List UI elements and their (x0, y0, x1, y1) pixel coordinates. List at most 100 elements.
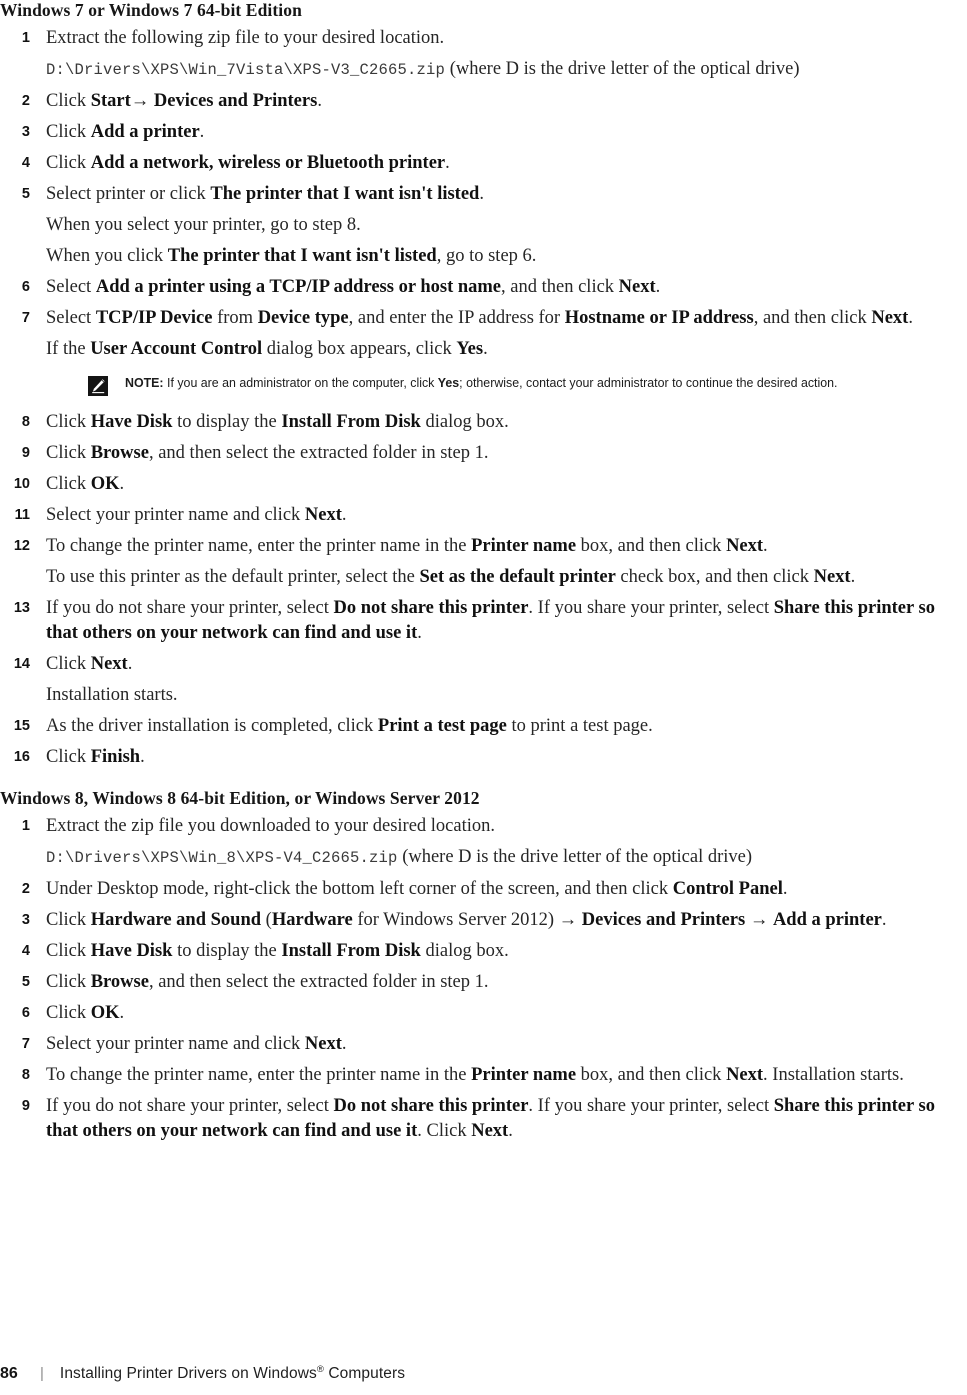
emphasis-term: OK (90, 1003, 120, 1023)
paragraph-text: Select printer or click (46, 184, 211, 204)
paragraph-text: Click (46, 122, 91, 142)
step-number: 2 (21, 881, 30, 897)
step-number: 7 (21, 310, 30, 326)
paragraph-text: If you do not share your printer, select (46, 598, 334, 618)
paragraph-text: . (341, 505, 347, 525)
note-label: NOTE: (125, 375, 164, 390)
code-path: D:\Drivers\XPS\Win_7Vista\XPS-V3_C2665.z… (46, 61, 446, 79)
paragraph-text: Installation starts. (46, 685, 178, 705)
paragraph-text: Under Desktop mode, right-click the bott… (46, 879, 673, 899)
step-item: 14 Click Next. Installation starts. (0, 652, 967, 714)
step-paragraph: Click Have Disk to display the Install F… (46, 939, 967, 964)
paragraph-text: , and then click (753, 308, 872, 328)
step-paragraph: D:\Drivers\XPS\Win_7Vista\XPS-V3_C2665.z… (46, 57, 967, 83)
step-item: 1 Extract the zip file you downloaded to … (0, 814, 967, 877)
arrow-icon: → (130, 91, 150, 111)
step-paragraph: Under Desktop mode, right-click the bott… (46, 877, 967, 902)
step-paragraph: Extract the zip file you downloaded to y… (46, 814, 967, 845)
paragraph-text: . Click (417, 1121, 472, 1141)
step-item: 9 If you do not share your printer, selec… (0, 1094, 967, 1150)
step-number: 5 (21, 974, 30, 990)
paragraph-text: . (763, 536, 768, 556)
step-paragraph: To change the printer name, enter the pr… (46, 534, 967, 565)
step-paragraph: To change the printer name, enter the pr… (46, 1063, 967, 1088)
paragraph-text: . (199, 122, 205, 142)
step-number: 6 (21, 1005, 30, 1021)
step-paragraph: Extract the following zip file to your d… (46, 26, 967, 57)
note-callout: NOTE: If you are an administrator on the… (79, 374, 967, 396)
section-heading: Windows 8, Windows 8 64-bit Edition, or … (0, 788, 480, 808)
step-item: 15 As the driver installation is complete… (0, 714, 967, 745)
step-item: 13 If you do not share your printer, sele… (0, 596, 967, 652)
step-number: 1 (21, 30, 30, 46)
paragraph-text: Click (46, 474, 91, 494)
page-footer: 86 | Installing Printer Drivers on Windo… (0, 1365, 967, 1383)
paragraph-text: , and enter the IP address for (348, 308, 565, 328)
emphasis-term: Printer name (471, 536, 577, 556)
paragraph-text: Click (46, 972, 91, 992)
step-number: 2 (21, 93, 30, 109)
emphasis-term: Hardware (271, 910, 353, 930)
step-paragraph: When you select your printer, go to step… (46, 213, 967, 244)
emphasis-term: Browse (90, 443, 149, 463)
paragraph-text: . (417, 623, 422, 643)
step-number: 14 (13, 656, 30, 672)
paragraph-text: from (212, 308, 258, 328)
step-item: 16 Click Finish. (0, 745, 967, 776)
paragraph-text: Click (46, 941, 91, 961)
paragraph-text: box, and then click (576, 1065, 727, 1085)
step-number: 9 (21, 1098, 30, 1114)
paragraph-text: To change the printer name, enter the pr… (46, 536, 472, 556)
emphasis-term: Control Panel (672, 879, 783, 899)
step-paragraph: Select Add a printer using a TCP/IP addr… (46, 275, 967, 300)
code-path: D:\Drivers\XPS\Win_8\XPS-V4_C2665.zip (46, 849, 398, 867)
step-paragraph: Click OK. (46, 1001, 967, 1026)
paragraph-text: → (745, 910, 773, 930)
emphasis-term: User Account Control (90, 339, 263, 359)
paragraph-text: for Windows Server 2012) → (352, 910, 582, 930)
step-paragraph: If the User Account Control dialog box a… (46, 337, 967, 368)
footer-title-suffix: Computers (323, 1365, 406, 1382)
emphasis-term: Next (304, 1034, 342, 1054)
emphasis-term: Set as the default printer (419, 567, 616, 587)
step-item: 3 Click Add a printer. (0, 120, 967, 151)
document-page: Windows 7 or Windows 7 64-bit Edition 1 Ex… (0, 0, 967, 1395)
paragraph-text: . (119, 474, 125, 494)
paragraph-text: Extract the following zip file to your d… (46, 28, 445, 48)
paragraph-text: As the driver installation is completed,… (46, 716, 378, 736)
paragraph-text: Select your printer name and click (46, 1034, 305, 1054)
paragraph-text: When you click (46, 246, 168, 266)
paragraph-text: , and then select the extracted folder i… (148, 443, 489, 463)
paragraph-text: check box, and then click (615, 567, 814, 587)
paragraph-text: Click (46, 412, 91, 432)
footer-title-text: Installing Printer Drivers on Windows (59, 1365, 317, 1382)
step-number: 12 (13, 538, 30, 554)
paragraph-text: dialog box. (420, 941, 509, 961)
paragraph-text: To change the printer name, enter the pr… (46, 1065, 472, 1085)
emphasis-term: Next (726, 1065, 764, 1085)
registered-mark: ® (316, 1363, 324, 1375)
emphasis-term: Hostname or IP address (564, 308, 754, 328)
paragraph-text: Click (46, 443, 91, 463)
paragraph-text: to display the (172, 412, 282, 432)
emphasis-term: Hardware and Sound (90, 910, 262, 930)
step-paragraph: Click Finish. (46, 745, 967, 770)
step-paragraph: Click Browse, and then select the extrac… (46, 441, 967, 466)
paragraph-text: dialog box. (420, 412, 509, 432)
step-paragraph: Click Start→ Devices and Printers. (46, 89, 967, 114)
step-number: 8 (21, 1067, 30, 1083)
emphasis-term: Yes (456, 339, 484, 359)
paragraph-text: box, and then click (576, 536, 727, 556)
step-paragraph: To use this printer as the default print… (46, 565, 967, 590)
code-annotation: (where D is the drive letter of the opti… (397, 847, 753, 867)
paragraph-text: . (908, 308, 913, 328)
paragraph-text: , and then click (501, 277, 619, 297)
emphasis-term: Add a printer (90, 122, 200, 142)
step-item: 7 Select TCP/IP Device from Device type, … (0, 306, 967, 410)
paragraph-text: . (881, 910, 887, 930)
paragraph-text: . (483, 339, 488, 359)
note-pencil-icon (88, 376, 108, 396)
step-paragraph: As the driver installation is completed,… (46, 714, 967, 739)
step-number: 16 (13, 749, 30, 765)
paragraph-text: Click (46, 1003, 91, 1023)
